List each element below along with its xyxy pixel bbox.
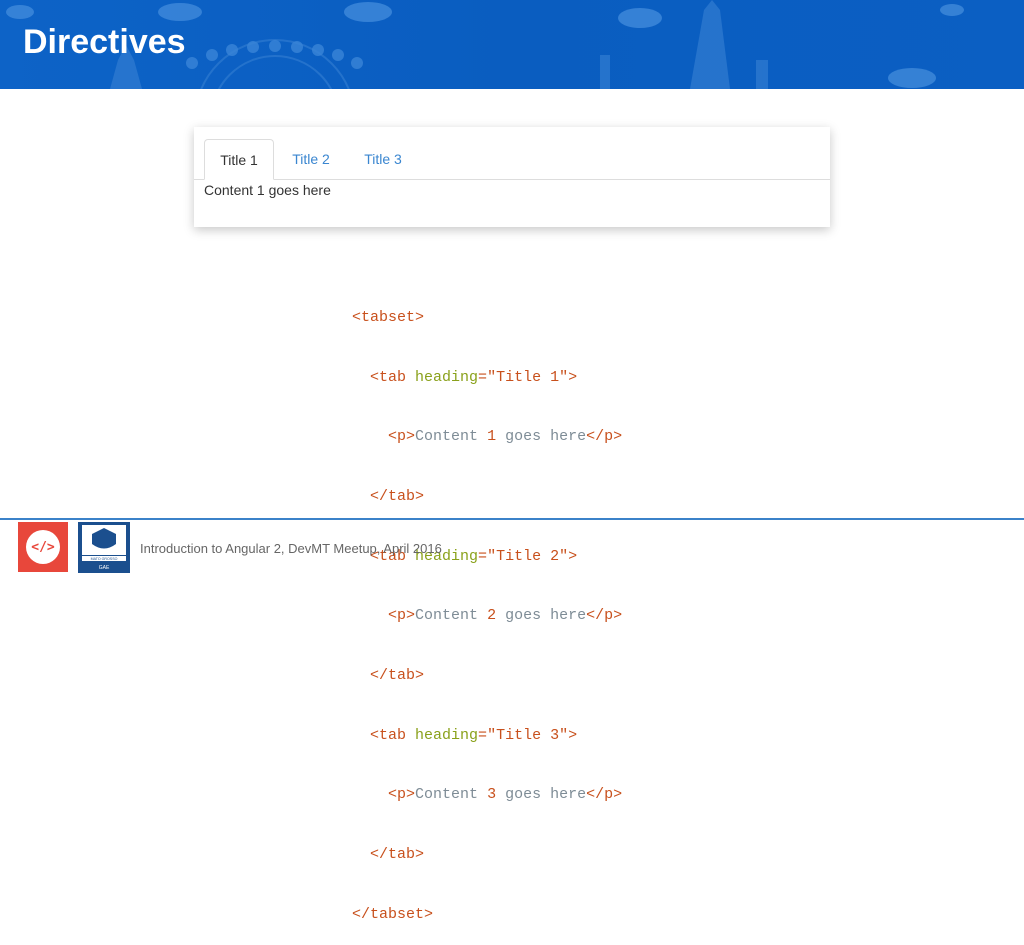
code-line: </tab> — [370, 667, 425, 685]
code-line: <tab heading="Title 1"> — [370, 368, 578, 386]
code-line: <p>Content 1 goes here</p> — [388, 428, 623, 446]
tab-title-2[interactable]: Title 2 — [280, 139, 342, 179]
slide-title: Directives — [23, 23, 186, 61]
code-line: <tab heading="Title 3"> — [370, 726, 578, 744]
tab-content: Content 1 goes here — [204, 182, 331, 198]
code-snippet: <tabset> <tab heading="Title 1"> <p>Cont… — [352, 268, 622, 945]
code-line: </tab> — [370, 846, 425, 864]
footer-divider — [0, 518, 1024, 520]
code-line: <p>Content 2 goes here</p> — [388, 607, 623, 625]
code-brackets-icon: </> — [26, 530, 60, 564]
crest-icon: MATO GROSSO GAE — [78, 522, 130, 573]
svg-text:MATO GROSSO: MATO GROSSO — [91, 557, 118, 561]
tab-nav: Title 1 Title 2 Title 3 — [194, 139, 830, 180]
svg-text:GAE: GAE — [99, 565, 110, 571]
code-line: <p>Content 3 goes here</p> — [388, 786, 623, 804]
code-line: <tabset> — [352, 308, 425, 326]
tab-title-1[interactable]: Title 1 — [204, 139, 274, 180]
code-line: </tabset> — [352, 905, 434, 923]
footer-caption: Introduction to Angular 2, DevMT Meetup,… — [140, 541, 442, 556]
devmt-logo: </> — [18, 522, 68, 572]
tab-title-3[interactable]: Title 3 — [352, 139, 414, 179]
tabs-demo-panel: Title 1 Title 2 Title 3 Content 1 goes h… — [194, 127, 830, 227]
code-line: </tab> — [370, 487, 425, 505]
header-banner: Directives — [0, 0, 1024, 89]
ufmt-logo: MATO GROSSO GAE — [78, 522, 130, 573]
